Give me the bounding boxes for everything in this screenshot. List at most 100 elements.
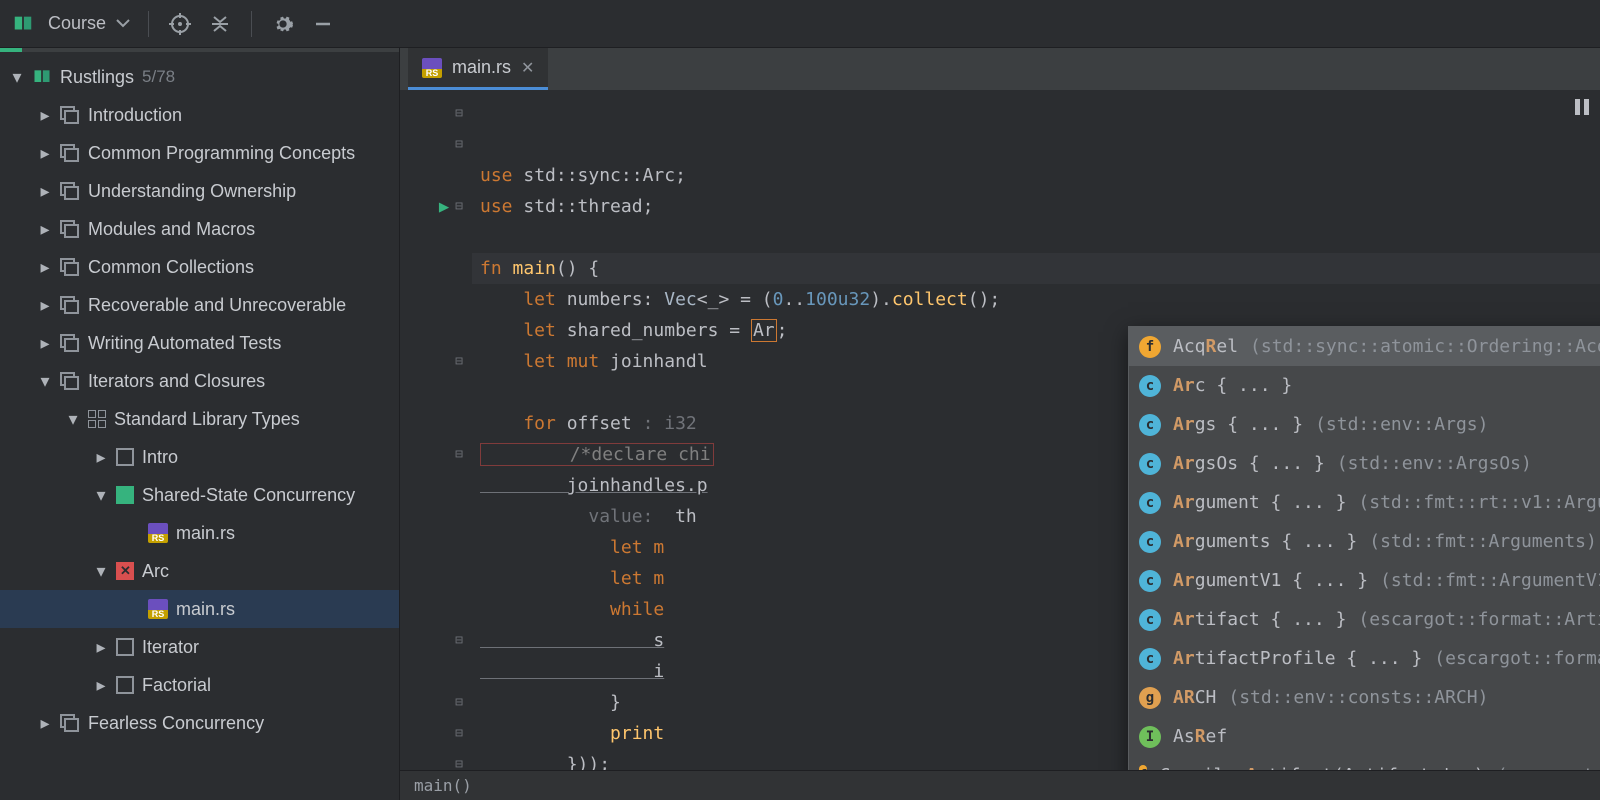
completion-item[interactable]: cArc { ... } xyxy=(1129,366,1600,405)
tree-item[interactable]: ▸Modules and Macros xyxy=(0,210,399,248)
tree-item[interactable]: ▸Intro xyxy=(0,438,399,476)
fold-icon[interactable]: ⊟ xyxy=(455,199,463,214)
rust-file-icon: RS xyxy=(148,523,168,543)
square-icon xyxy=(116,448,134,466)
tree-label: Factorial xyxy=(142,675,211,696)
completion-name: CompilerArtifact(Artifact<'a>) xyxy=(1159,765,1484,770)
fold-icon[interactable]: ⊟ xyxy=(455,447,463,462)
chevron-right-icon: ▸ xyxy=(94,675,108,696)
separator xyxy=(251,11,252,37)
tree-label: Common Collections xyxy=(88,257,254,278)
tree-item[interactable]: ▸Common Programming Concepts xyxy=(0,134,399,172)
tree-item[interactable]: ▸Fearless Concurrency xyxy=(0,704,399,742)
completion-item[interactable]: fCompilerArtifact(Artifact<'a>) (escargo… xyxy=(1129,756,1600,770)
fold-icon[interactable]: ⊟ xyxy=(455,726,463,741)
completion-badge: c xyxy=(1139,375,1161,397)
tree-item[interactable]: ▸Common Collections xyxy=(0,248,399,286)
collapse-icon[interactable] xyxy=(207,11,233,37)
check-icon xyxy=(116,486,134,504)
tree-item[interactable]: ▸ Introduction xyxy=(0,96,399,134)
completion-item[interactable]: cArgument { ... } (std::fmt::rt::v1::Arg… xyxy=(1129,483,1600,522)
tree-label: Understanding Ownership xyxy=(88,181,296,202)
gear-icon[interactable] xyxy=(270,11,296,37)
tree-item[interactable]: ▸Writing Automated Tests xyxy=(0,324,399,362)
pause-icon[interactable] xyxy=(1574,98,1590,116)
fold-icon[interactable]: ⊟ xyxy=(455,695,463,710)
tree-label: Arc xyxy=(142,561,169,582)
completion-item[interactable]: cArgumentV1 { ... } (std::fmt::ArgumentV… xyxy=(1129,561,1600,600)
tree-root[interactable]: ▾ Rustlings 5/78 xyxy=(0,58,399,96)
completion-item[interactable]: fAcqRel (std::sync::atomic::Ordering::Ac… xyxy=(1129,327,1600,366)
tree-item[interactable]: ▸Understanding Ownership xyxy=(0,172,399,210)
stack-icon xyxy=(60,182,80,200)
chevron-down-icon: ▾ xyxy=(38,371,52,392)
completion-badge: c xyxy=(1139,609,1161,631)
completion-extra: (std::env::ArgsOs) xyxy=(1337,453,1532,474)
tree-file-selected[interactable]: RSmain.rs xyxy=(0,590,399,628)
chevron-down-icon xyxy=(116,19,130,29)
stack-icon xyxy=(60,334,80,352)
tree-item[interactable]: ▸ Factorial xyxy=(0,666,399,704)
completion-item[interactable]: cArtifact { ... } (escargot::format::Art… xyxy=(1129,600,1600,639)
completion-badge: f xyxy=(1139,336,1161,358)
fold-icon[interactable]: ⊟ xyxy=(455,354,463,369)
tree-item[interactable]: ▾Shared-State Concurrency xyxy=(0,476,399,514)
completion-badge: g xyxy=(1139,687,1161,709)
stack-icon xyxy=(60,106,80,124)
tree-item[interactable]: ▾ Arc xyxy=(0,552,399,590)
stack-icon xyxy=(60,372,80,390)
chevron-down-icon: ▾ xyxy=(94,485,108,506)
tab-label: main.rs xyxy=(452,57,511,78)
completion-badge: c xyxy=(1139,414,1161,436)
rust-file-icon: RS xyxy=(422,58,442,78)
fold-icon[interactable]: ⊟ xyxy=(455,633,463,648)
square-icon xyxy=(116,676,134,694)
tree-label: Iterators and Closures xyxy=(88,371,265,392)
completion-badge: c xyxy=(1139,531,1161,553)
book-icon xyxy=(12,13,34,35)
tree-item[interactable]: ▸Recoverable and Unrecoverable xyxy=(0,286,399,324)
minimize-icon[interactable] xyxy=(310,11,336,37)
completion-badge: c xyxy=(1139,648,1161,670)
completion-extra: (std::fmt::Arguments) xyxy=(1369,531,1597,552)
code-editor[interactable]: ⊟ ⊟ ▶⊟ ⊟ ⊟ ⊟ ⊟ ⊟ ⊟ use std::sync::Arc; u… xyxy=(400,90,1600,770)
stack-icon xyxy=(60,296,80,314)
breadcrumb-item: main() xyxy=(414,776,472,795)
completion-item[interactable]: cArtifactProfile { ... } (escargot::form… xyxy=(1129,639,1600,678)
tab-main-rs[interactable]: RS main.rs ✕ xyxy=(408,48,548,90)
fold-icon[interactable]: ⊟ xyxy=(455,137,463,152)
separator xyxy=(148,11,149,37)
completion-extra: (escargot::format::ArtifactProfile) xyxy=(1434,648,1600,669)
target-icon[interactable] xyxy=(167,11,193,37)
completion-extra: (std::fmt::ArgumentV1) xyxy=(1380,570,1600,591)
tree-label: Common Programming Concepts xyxy=(88,143,355,164)
completion-item[interactable]: cArgs { ... } (std::env::Args) xyxy=(1129,405,1600,444)
completion-extra: (std::fmt::rt::v1::Argument) xyxy=(1358,492,1600,513)
completion-item[interactable]: IAsRef xyxy=(1129,717,1600,756)
close-icon[interactable]: ✕ xyxy=(521,58,534,78)
stack-icon xyxy=(60,258,80,276)
tree-file[interactable]: RSmain.rs xyxy=(0,514,399,552)
chevron-right-icon: ▸ xyxy=(38,105,52,126)
book-icon xyxy=(32,67,52,87)
tree-item[interactable]: ▾Standard Library Types xyxy=(0,400,399,438)
tree-label: Introduction xyxy=(88,105,182,126)
chevron-right-icon: ▸ xyxy=(38,713,52,734)
breadcrumb[interactable]: main() xyxy=(400,770,1600,800)
run-icon[interactable]: ▶ xyxy=(439,197,449,217)
editor-tabs: RS main.rs ✕ xyxy=(400,48,1600,90)
completion-extra: (escargot::format::Message::Compile xyxy=(1497,765,1600,770)
editor-area: RS main.rs ✕ ⊟ ⊟ ▶ ⊟ ⊟ ⊟ ⊟ xyxy=(400,48,1600,800)
tree-label: Recoverable and Unrecoverable xyxy=(88,295,346,316)
fold-icon[interactable]: ⊟ xyxy=(455,757,463,770)
chevron-down-icon: ▾ xyxy=(94,561,108,582)
completion-name: ARCH xyxy=(1173,687,1216,708)
completion-item[interactable]: cArguments { ... } (std::fmt::Arguments) xyxy=(1129,522,1600,561)
tree-item[interactable]: ▾ Iterators and Closures xyxy=(0,362,399,400)
course-selector[interactable]: Course xyxy=(48,13,130,34)
completion-item[interactable]: gARCH (std::env::consts::ARCH) xyxy=(1129,678,1600,717)
fold-icon[interactable]: ⊟ xyxy=(455,106,463,121)
completion-extra: (escargot::format::Artifact) xyxy=(1358,609,1600,630)
tree-item[interactable]: ▸Iterator xyxy=(0,628,399,666)
completion-item[interactable]: cArgsOs { ... } (std::env::ArgsOs) xyxy=(1129,444,1600,483)
